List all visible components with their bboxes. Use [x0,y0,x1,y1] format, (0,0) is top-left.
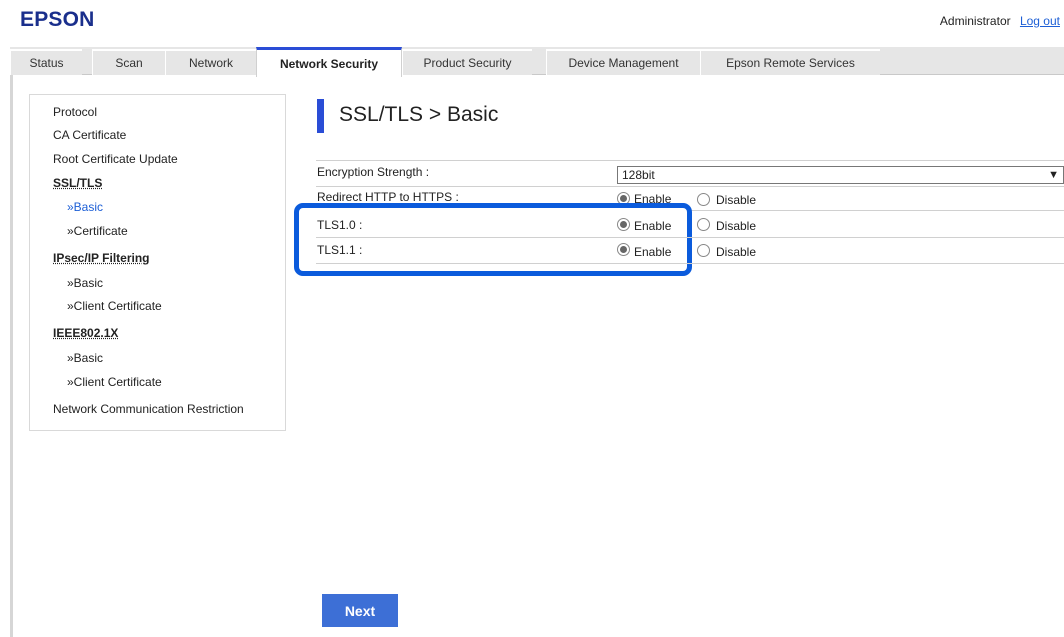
encryption-strength-select[interactable]: 128bit ▼ [617,166,1064,184]
user-bar: Administrator Log out [940,14,1060,28]
tls10-disable-label: Disable [716,219,757,233]
sidebar-item-ca-certificate[interactable]: CA Certificate [53,128,126,142]
sidebar-item-ssl-basic[interactable]: »Basic [67,200,103,214]
tls11-disable-radio[interactable] [697,244,710,257]
sidebar-item-ipsec-basic[interactable]: »Basic [67,276,103,290]
sidebar-item-root-certificate-update[interactable]: Root Certificate Update [53,152,178,166]
tab-network-security[interactable]: Network Security [256,47,402,77]
tab-device-management[interactable]: Device Management [546,49,700,75]
encryption-strength-label: Encryption Strength : [317,165,430,179]
redirect-https-label: Redirect HTTP to HTTPS : [317,190,459,204]
tls10-label: TLS1.0 : [317,218,363,232]
form-divider [316,160,1064,161]
tls11-disable-label: Disable [716,245,757,259]
sidebar-item-ssl-certificate[interactable]: »Certificate [67,224,128,238]
sidebar-heading-ssl-tls[interactable]: SSL/TLS [53,176,102,190]
form-divider [316,263,1064,264]
chevron-down-icon: ▼ [1048,169,1059,181]
form-divider [316,237,1064,238]
tab-bar: Status Scan Network Network Security Pro… [10,47,1064,77]
left-edge-divider [10,75,13,637]
user-name: Administrator [939,14,1011,28]
sidebar: Protocol CA Certificate Root Certificate… [29,94,286,431]
tab-epson-remote-services[interactable]: Epson Remote Services [700,49,880,75]
tls10-enable-label: Enable [634,219,672,233]
tls11-enable-radio[interactable] [617,243,630,256]
redirect-disable-radio[interactable] [697,193,710,206]
encryption-strength-value: 128bit [622,168,655,182]
sidebar-item-ipsec-client-certificate[interactable]: »Client Certificate [67,299,162,313]
redirect-disable-label: Disable [716,193,757,207]
tls10-disable-radio[interactable] [697,218,710,231]
sidebar-heading-ieee8021x[interactable]: IEEE802.1X [53,326,118,340]
form-divider [316,186,1064,187]
logout-link[interactable]: Log out [1020,14,1060,28]
tab-product-security[interactable]: Product Security [402,49,532,75]
page-title-accent [317,99,324,133]
tab-status-label[interactable]: Status [10,49,82,75]
tab-network[interactable]: Network [165,49,256,75]
page-title: SSL/TLS > Basic [339,103,499,126]
sidebar-item-ieee-client-certificate[interactable]: »Client Certificate [67,375,162,389]
tls11-label: TLS1.1 : [317,243,363,257]
sidebar-item-network-communication-restriction[interactable]: Network Communication Restriction [53,402,244,416]
tls10-enable-radio[interactable] [617,218,630,231]
sidebar-item-protocol[interactable]: Protocol [53,105,97,119]
epson-logo: EPSON [20,8,95,31]
tls11-enable-label: Enable [634,245,672,259]
next-button[interactable]: Next [322,594,398,627]
highlight-box [294,203,692,276]
sidebar-item-ieee-basic[interactable]: »Basic [67,351,103,365]
tab-scan[interactable]: Scan [92,49,165,75]
sidebar-heading-ipsec[interactable]: IPsec/IP Filtering [53,251,149,265]
